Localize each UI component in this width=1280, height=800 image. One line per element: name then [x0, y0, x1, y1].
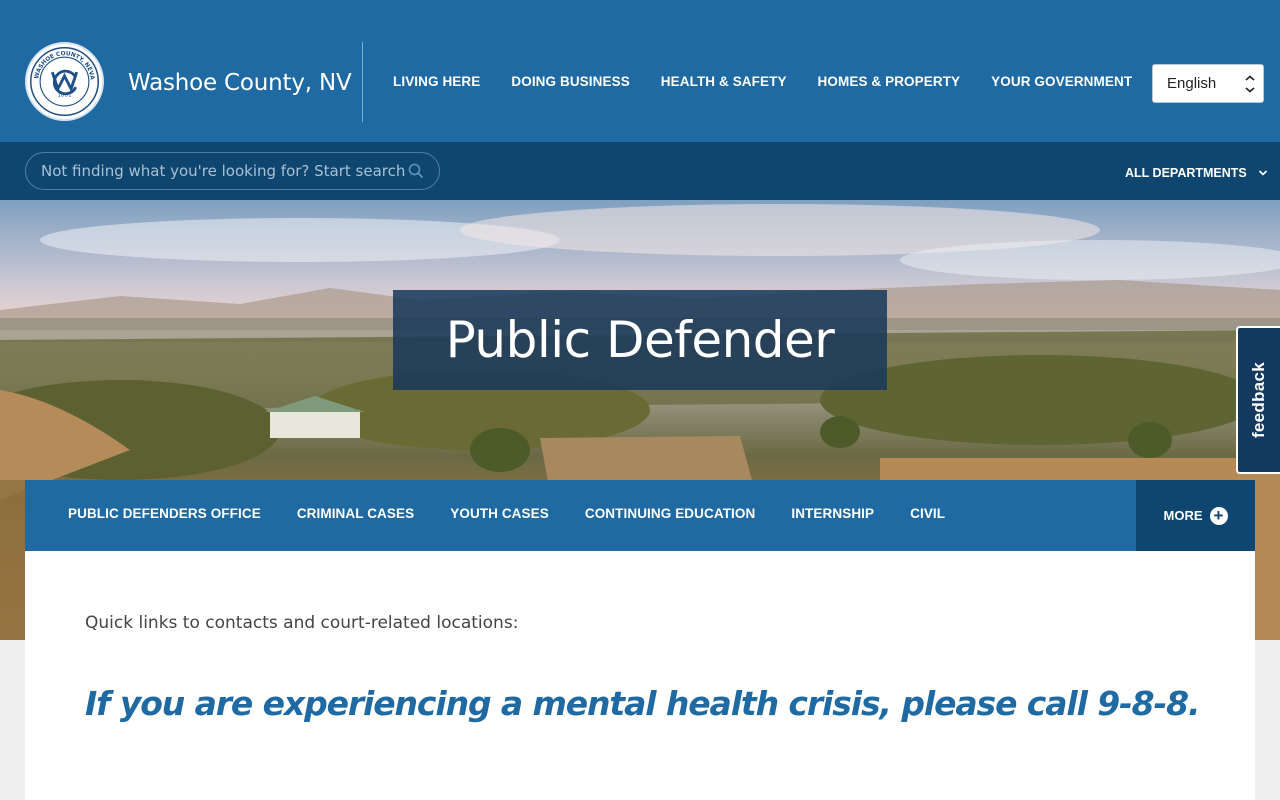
more-label: MORE: [1163, 508, 1203, 523]
secnav-continuing-education[interactable]: CONTINUING EDUCATION: [585, 506, 756, 521]
language-select[interactable]: English: [1152, 64, 1264, 103]
more-button[interactable]: MORE +: [1136, 480, 1255, 551]
search-box: [25, 152, 440, 190]
hero-title-box: Public Defender: [393, 290, 887, 390]
search-icon[interactable]: [407, 162, 425, 180]
quick-links-text: Quick links to contacts and court-relate…: [85, 613, 519, 633]
main-nav: LIVING HERE DOING BUSINESS HEALTH & SAFE…: [393, 74, 1132, 89]
nav-doing-business[interactable]: DOING BUSINESS: [511, 74, 629, 89]
chevron-down-icon: [1244, 75, 1256, 96]
secnav-criminal-cases[interactable]: CRIMINAL CASES: [297, 506, 414, 521]
main-content: Quick links to contacts and court-relate…: [25, 551, 1255, 800]
site-header: WASHOE COUNTY, NEVADA 1861 Washoe County…: [0, 0, 1280, 142]
nav-homes-property[interactable]: HOMES & PROPERTY: [818, 74, 961, 89]
nav-living-here[interactable]: LIVING HERE: [393, 74, 480, 89]
header-divider: [362, 42, 363, 122]
secnav-youth-cases[interactable]: YOUTH CASES: [450, 506, 549, 521]
secnav-internship[interactable]: INTERNSHIP: [791, 506, 874, 521]
site-title[interactable]: Washoe County, NV: [128, 70, 352, 96]
search-input[interactable]: [41, 162, 406, 180]
feedback-tab[interactable]: feedback: [1236, 326, 1280, 474]
crisis-notice: If you are experiencing a mental health …: [85, 684, 1201, 723]
plus-circle-icon: +: [1209, 506, 1228, 525]
secnav-civil[interactable]: CIVIL: [910, 506, 945, 521]
all-departments-dropdown[interactable]: ALL DEPARTMENTS: [1125, 166, 1268, 180]
search-bar-strip: ALL DEPARTMENTS: [0, 142, 1280, 200]
nav-health-safety[interactable]: HEALTH & SAFETY: [661, 74, 787, 89]
all-departments-label: ALL DEPARTMENTS: [1125, 166, 1247, 180]
chevron-down-icon: [1258, 169, 1268, 180]
county-seal-logo[interactable]: WASHOE COUNTY, NEVADA 1861: [25, 40, 104, 121]
secnav-public-defenders-office[interactable]: PUBLIC DEFENDERS OFFICE: [68, 506, 261, 521]
nav-your-government[interactable]: YOUR GOVERNMENT: [991, 74, 1132, 89]
section-nav: PUBLIC DEFENDERS OFFICE CRIMINAL CASES Y…: [25, 480, 1255, 551]
feedback-label: feedback: [1249, 361, 1269, 439]
page-title: Public Defender: [445, 311, 835, 369]
language-selected: English: [1167, 75, 1217, 92]
